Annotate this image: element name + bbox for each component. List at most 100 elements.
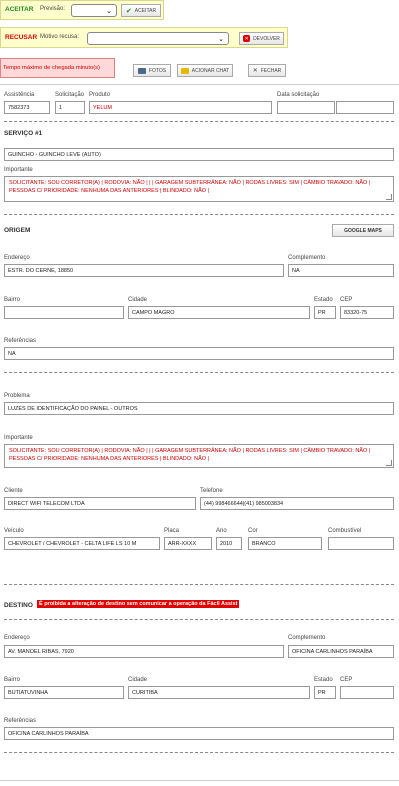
recusar-bar: RECUSAR Motivo recusa: ⌄ ✕ DEVOLVER bbox=[0, 27, 288, 48]
solicitacao-field[interactable]: 1 bbox=[55, 101, 85, 114]
origem-referencias-label: Referências bbox=[4, 338, 37, 344]
problema-importante-label: Importante bbox=[4, 435, 33, 441]
divider bbox=[4, 372, 394, 373]
x-icon: ✕ bbox=[243, 35, 251, 42]
origem-cidade-field[interactable]: CAMPO MAGRO bbox=[128, 306, 310, 319]
destino-bairro-field[interactable]: BUTIATUVINHA bbox=[4, 686, 124, 699]
combustivel-label: Combustível bbox=[328, 528, 362, 534]
page-bottom-border bbox=[0, 780, 399, 781]
acionar-chat-label: ACIONAR CHAT bbox=[191, 67, 230, 74]
aceitar-button-label: ACEITAR bbox=[134, 7, 157, 14]
cliente-label: Cliente bbox=[4, 488, 23, 494]
data-solicitacao-label: Data solicitação bbox=[277, 92, 320, 98]
telefone-field[interactable]: (44) 998466644|(41) 985003834 bbox=[200, 497, 394, 510]
produto-label: Produto bbox=[89, 92, 111, 98]
problema-importante-field[interactable]: SOLICITANTE: SOU CORRETOR(A) | RODOVIA: … bbox=[4, 444, 394, 468]
origem-estado-field[interactable]: PR bbox=[314, 306, 336, 319]
folder-icon bbox=[180, 67, 189, 74]
assistencia-field[interactable]: 7582373 bbox=[4, 101, 50, 114]
previsao-select[interactable]: ⌄ bbox=[71, 4, 117, 17]
cor-field[interactable]: BRANCO bbox=[248, 537, 322, 550]
fechar-button-label: FECHAR bbox=[260, 67, 282, 74]
placa-label: Placa bbox=[164, 528, 180, 534]
camera-icon bbox=[137, 67, 146, 74]
google-maps-label: GOOGLE MAPS bbox=[344, 227, 382, 234]
destino-estado-label: Estado bbox=[314, 677, 333, 683]
produto-field[interactable]: YELUM bbox=[89, 101, 272, 114]
servico-importante-label: Importante bbox=[4, 167, 33, 173]
resize-grip-icon[interactable] bbox=[386, 194, 392, 200]
destino-endereco-field[interactable]: AV. MANOEL RIBAS, 7920 bbox=[4, 645, 284, 658]
previsao-label: Previsão: bbox=[40, 6, 66, 12]
destino-cidade-field[interactable]: CURITIBA bbox=[128, 686, 310, 699]
acionar-chat-button[interactable]: ACIONAR CHAT bbox=[177, 64, 233, 77]
motivo-recusa-select[interactable]: ⌄ bbox=[87, 32, 229, 45]
origem-bairro-field[interactable] bbox=[4, 306, 124, 319]
google-maps-button[interactable]: GOOGLE MAPS bbox=[332, 224, 394, 237]
destino-bairro-label: Bairro bbox=[4, 677, 21, 683]
destino-endereco-label: Endereço bbox=[4, 635, 30, 641]
tempo-box: Tempo máximo de chegada minuto(s) bbox=[0, 58, 115, 78]
problema-field[interactable]: LUZES DE IDENTIFICAÇÃO DO PAINEL - OUTRO… bbox=[4, 402, 394, 415]
origem-complemento-label: Complemento bbox=[288, 255, 326, 261]
telefone-label: Telefone bbox=[200, 488, 223, 494]
cor-label: Cor bbox=[248, 528, 258, 534]
ano-label: Ano bbox=[216, 528, 227, 534]
destino-referencias-field[interactable]: OFICINA CARLINHOS PARAÍBA bbox=[4, 727, 394, 740]
destino-cidade-label: Cidade bbox=[128, 677, 148, 683]
placa-field[interactable]: ARR-XXXX bbox=[164, 537, 212, 550]
problema-importante-text: SOLICITANTE: SOU CORRETOR(A) | RODOVIA: … bbox=[9, 448, 371, 462]
aceitar-title: ACEITAR bbox=[5, 6, 34, 13]
destino-estado-field[interactable]: PR bbox=[314, 686, 336, 699]
ano-field[interactable]: 2010 bbox=[216, 537, 242, 550]
divider bbox=[4, 121, 394, 122]
recusar-title: RECUSAR bbox=[5, 34, 38, 41]
aceitar-bar: ACEITAR Previsão: ⌄ ✔ ACEITAR bbox=[0, 0, 164, 20]
veiculo-field[interactable]: CHEVROLET / CHEVROLET - CELTA LIFE LS 10… bbox=[4, 537, 160, 550]
devolver-button-label: DEVOLVER bbox=[253, 35, 280, 42]
origem-complemento-field[interactable]: NA bbox=[288, 264, 394, 277]
servico-importante-text: SOLICITANTE: SOU CORRETOR(A) | RODOVIA: … bbox=[9, 180, 371, 194]
origem-title: ORIGEM bbox=[4, 227, 31, 234]
assistencia-label: Assistência bbox=[4, 92, 35, 98]
chevron-down-icon: ⌄ bbox=[106, 8, 112, 15]
resize-grip-icon[interactable] bbox=[386, 460, 392, 466]
origem-endereco-field[interactable]: ESTR. DO CERNE, 18850 bbox=[4, 264, 284, 277]
destino-complemento-field[interactable]: OFICINA CARLINHOS PARAÍBA bbox=[288, 645, 394, 658]
hora-solicitacao-field[interactable] bbox=[336, 101, 394, 114]
origem-endereco-label: Endereço bbox=[4, 255, 30, 261]
destino-title: DESTINO bbox=[4, 602, 33, 609]
origem-referencias-field[interactable]: NA bbox=[4, 347, 394, 360]
close-icon: ✕ bbox=[252, 68, 258, 74]
destino-cep-label: CEP bbox=[340, 677, 353, 683]
origem-cidade-label: Cidade bbox=[128, 297, 148, 303]
destino-cep-field[interactable] bbox=[340, 686, 394, 699]
tempo-text: Tempo máximo de chegada minuto(s) bbox=[3, 65, 100, 71]
divider bbox=[4, 214, 394, 215]
devolver-button[interactable]: ✕ DEVOLVER bbox=[239, 32, 284, 45]
destino-referencias-label: Referências bbox=[4, 718, 37, 724]
fotos-button[interactable]: FOTOS bbox=[133, 64, 171, 77]
destino-warning: É proibida a alteração de destino sem co… bbox=[37, 600, 240, 608]
motivo-recusa-label: Motivo recusa: bbox=[40, 34, 80, 40]
origem-bairro-label: Bairro bbox=[4, 297, 21, 303]
servico-title: SERVIÇO #1 bbox=[4, 130, 43, 137]
servico-tipo-field[interactable]: GUINCHO - GUINCHO LEVE (AUTO) bbox=[4, 148, 394, 161]
origem-estado-label: Estado bbox=[314, 297, 333, 303]
origem-cep-field[interactable]: 83320-75 bbox=[340, 306, 394, 319]
problema-label: Problema bbox=[4, 393, 30, 399]
chevron-down-icon: ⌄ bbox=[218, 36, 224, 43]
solicitacao-label: Solicitação bbox=[55, 92, 85, 98]
combustivel-field[interactable] bbox=[328, 537, 394, 550]
data-solicitacao-field[interactable] bbox=[277, 101, 335, 114]
destino-complemento-label: Complemento bbox=[288, 635, 326, 641]
cliente-field[interactable]: DIRECT WIFI TELECOM LTDA bbox=[4, 497, 196, 510]
toolbar-divider bbox=[0, 84, 399, 85]
servico-importante-field[interactable]: SOLICITANTE: SOU CORRETOR(A) | RODOVIA: … bbox=[4, 176, 394, 202]
aceitar-button[interactable]: ✔ ACEITAR bbox=[121, 4, 161, 17]
divider bbox=[4, 619, 394, 620]
fechar-button[interactable]: ✕ FECHAR bbox=[248, 64, 286, 77]
divider bbox=[4, 752, 394, 753]
veiculo-label: Veículo bbox=[4, 528, 24, 534]
divider bbox=[4, 584, 394, 585]
